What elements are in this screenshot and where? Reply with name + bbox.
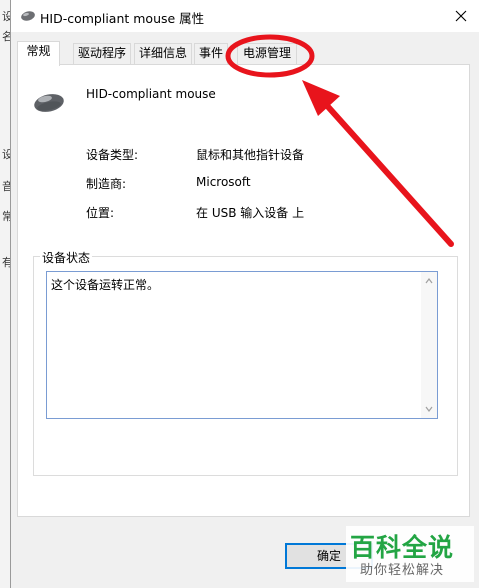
- device-name: HID-compliant mouse: [86, 87, 216, 101]
- tab-driver[interactable]: 驱动程序: [73, 43, 131, 64]
- mouse-icon: [34, 94, 64, 112]
- watermark: 百科全说 助你轻松解决: [346, 526, 474, 582]
- device-status-textbox[interactable]: 这个设备运转正常。: [46, 271, 438, 419]
- device-status-legend: 设备状态: [40, 249, 93, 266]
- tab-power-management[interactable]: 电源管理: [237, 43, 297, 64]
- watermark-subtitle: 助你轻松解决: [360, 563, 445, 578]
- device-status-group: 设备状态 这个设备运转正常。: [33, 249, 458, 476]
- close-icon: [455, 10, 467, 22]
- manufacturer-label: 制造商:: [86, 177, 127, 191]
- manufacturer-value: Microsoft: [196, 175, 251, 189]
- tab-events[interactable]: 事件: [194, 43, 228, 64]
- mouse-icon: [21, 11, 35, 21]
- general-tab-panel: HID-compliant mouse 设备类型: 鼠标和其他指针设备 制造商:…: [17, 64, 470, 517]
- scroll-up-icon[interactable]: [425, 277, 433, 285]
- device-type-value: 鼠标和其他指针设备: [196, 148, 305, 162]
- scroll-down-icon[interactable]: [425, 405, 433, 413]
- location-value: 在 USB 输入设备 上: [196, 206, 305, 220]
- tab-general[interactable]: 常规: [17, 41, 60, 66]
- device-type-label: 设备类型:: [86, 148, 139, 162]
- location-label: 位置:: [86, 206, 115, 220]
- properties-dialog: HID-compliant mouse 属性 常规 驱动程序 详细信息 事件 电…: [10, 0, 479, 588]
- vertical-scrollbar[interactable]: [421, 272, 437, 418]
- window-title: HID-compliant mouse 属性: [40, 11, 205, 26]
- title-bar[interactable]: HID-compliant mouse 属性: [11, 0, 479, 32]
- close-button[interactable]: [450, 5, 472, 27]
- tab-details[interactable]: 详细信息: [134, 43, 192, 64]
- device-status-text: 这个设备运转正常。: [51, 278, 160, 292]
